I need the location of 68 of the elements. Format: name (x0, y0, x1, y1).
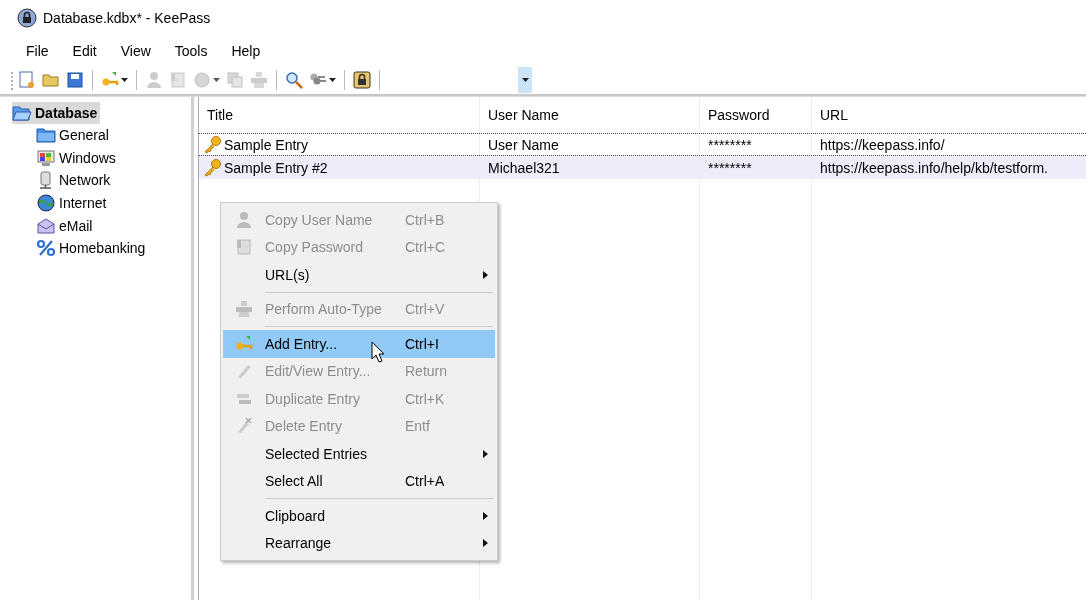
submenu-arrow-icon (482, 539, 488, 548)
tree-item[interactable]: Windows (36, 146, 119, 170)
envelope-icon (36, 216, 56, 235)
table-cell: ******** (708, 136, 752, 153)
menu-item[interactable]: Selected Entries (223, 440, 495, 468)
menu-item[interactable]: Edit (60, 43, 109, 59)
menu-item[interactable]: Tools (162, 43, 220, 59)
tree-item[interactable]: General (36, 124, 112, 147)
pencil-icon (235, 362, 253, 381)
table-cell: Sample Entry #2 (224, 159, 328, 176)
submenu-arrow-icon (482, 511, 488, 520)
menu-item[interactable]: File (14, 43, 61, 59)
lock-icon (353, 71, 371, 89)
table-cell: ******** (708, 159, 752, 176)
table-cell: Michael321 (488, 159, 560, 176)
user-icon (145, 71, 163, 89)
submenu-arrow-icon (482, 449, 488, 458)
tree-item[interactable]: Database (12, 102, 101, 124)
card-icon (235, 238, 253, 257)
search-icon (285, 71, 303, 89)
percent-icon (36, 239, 56, 258)
menu-item[interactable]: Rearrange (223, 529, 495, 557)
key-icon (203, 158, 223, 177)
table-row[interactable]: Sample Entry #2 Michael321 ******** https://keepass.info/help/kb/testform. (199, 156, 1086, 179)
menu-item[interactable]: Clipboard (223, 502, 495, 530)
save-icon (66, 71, 84, 89)
menu-item[interactable]: View (108, 43, 163, 59)
user-icon (235, 210, 253, 229)
globe-icon (193, 71, 211, 89)
tree-item[interactable]: eMail (36, 214, 96, 237)
mouse-pointer-icon (371, 341, 385, 363)
copy-icon (226, 71, 244, 89)
menu-item[interactable]: Add Entry... Ctrl+I (223, 330, 495, 358)
open-folder-icon (12, 105, 32, 121)
submenu-arrow-icon (482, 270, 488, 279)
globe-icon (36, 194, 56, 213)
blocks-icon (250, 71, 268, 89)
table-cell: https://keepass.info/help/kb/testform. (820, 159, 1048, 176)
caret-icon (121, 78, 128, 82)
column-header[interactable]: URL (812, 97, 1086, 133)
tree-item[interactable]: Internet (36, 191, 110, 215)
folder-icon (42, 71, 60, 89)
column-header[interactable]: User Name (480, 97, 700, 133)
table-cell: https://keepass.info/ (820, 136, 945, 153)
window-title: Database.kdbx* - KeePass (43, 10, 211, 26)
table-cell: User Name (488, 136, 559, 153)
caret-icon (329, 78, 336, 82)
folder-icon (36, 126, 56, 145)
lock-button[interactable] (351, 68, 373, 92)
table-cell: Sample Entry (224, 136, 309, 153)
caret-icon (521, 78, 529, 82)
column-header[interactable]: Title (199, 97, 480, 133)
lock-icon (17, 8, 37, 28)
menu-item[interactable]: URL(s) (223, 261, 495, 289)
caret-icon (213, 78, 220, 82)
menu-item[interactable]: Select All Ctrl+A (223, 467, 495, 495)
menu-item[interactable]: Help (219, 43, 273, 59)
key-icon (203, 135, 223, 154)
new-file-icon (18, 71, 36, 89)
delete-icon (235, 417, 253, 436)
computer-icon (36, 148, 56, 167)
toolbar-dropdown-button[interactable] (518, 67, 532, 93)
tree-item[interactable]: Homebanking (36, 236, 149, 260)
blocks-icon (235, 300, 253, 319)
grip-icon (10, 70, 14, 90)
column-header[interactable]: Password (700, 97, 812, 133)
card-icon (169, 71, 187, 89)
tree-item[interactable]: Network (36, 169, 114, 192)
